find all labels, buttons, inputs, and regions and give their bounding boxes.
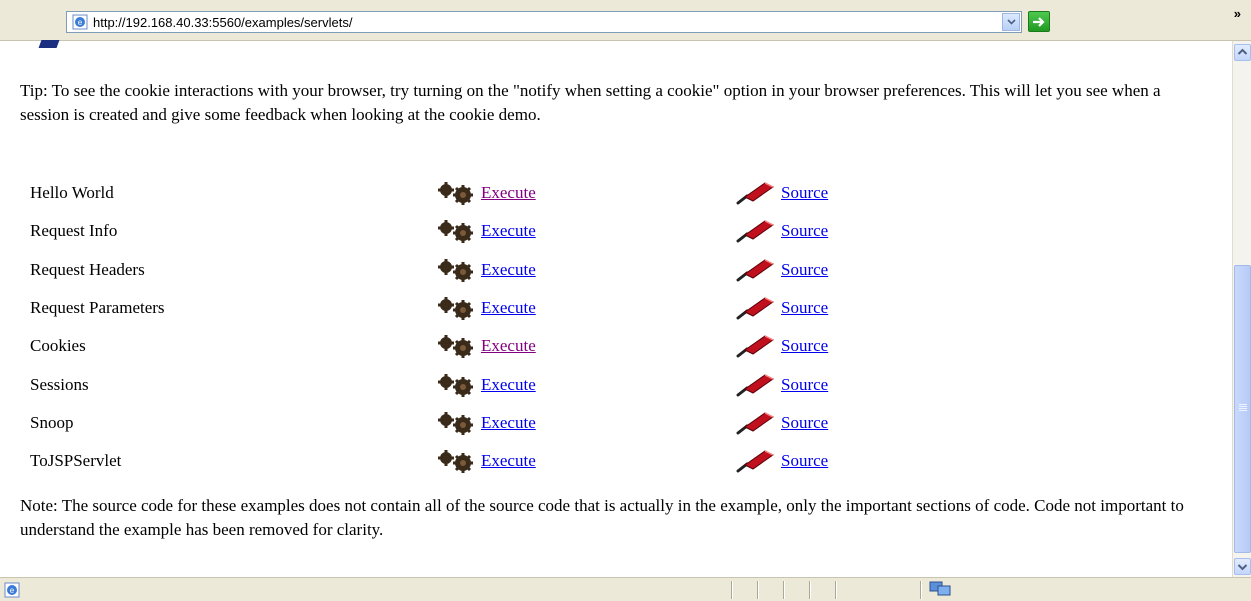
go-button[interactable] (1028, 11, 1050, 32)
note-text: Note: The source code for these examples… (20, 496, 1184, 539)
source-link[interactable]: Source (781, 181, 828, 205)
source-link[interactable]: Source (781, 258, 828, 282)
example-row: Request Info Execute Source (0, 219, 1100, 249)
source-link[interactable]: Source (781, 449, 828, 473)
pen-icon (735, 179, 779, 205)
status-divider (783, 581, 784, 599)
gears-icon (433, 296, 479, 320)
status-divider (757, 581, 758, 599)
chevron-down-icon (1006, 19, 1016, 25)
execute-link[interactable]: Execute (481, 258, 536, 282)
example-row: ToJSPServlet Execute Source (0, 449, 1100, 479)
pen-icon (735, 256, 779, 282)
status-bar: e (0, 577, 1251, 601)
source-link[interactable]: Source (781, 334, 828, 358)
double-chevron-icon[interactable]: » (1234, 6, 1241, 21)
scroll-thumb[interactable] (1234, 265, 1251, 553)
go-arrow-icon (1033, 16, 1045, 27)
pen-icon (735, 294, 779, 320)
address-toolbar: e http://192.168.40.33:5560/examples/ser… (0, 0, 1251, 41)
execute-link[interactable]: Execute (481, 219, 536, 243)
example-label: Request Parameters (30, 297, 165, 317)
gears-icon (433, 373, 479, 397)
pen-icon (735, 371, 779, 397)
example-label: Request Info (30, 221, 118, 241)
scroll-up-button[interactable] (1234, 44, 1251, 61)
status-divider (835, 581, 836, 599)
scroll-down-button[interactable] (1234, 558, 1251, 575)
execute-link[interactable]: Execute (481, 373, 536, 397)
example-label: ToJSPServlet (30, 451, 122, 471)
example-row: Snoop Execute Source (0, 411, 1100, 441)
source-link[interactable]: Source (781, 411, 828, 435)
example-label: Snoop (30, 412, 74, 432)
source-link[interactable]: Source (781, 296, 828, 320)
gears-icon (433, 258, 479, 282)
example-label: Hello World (30, 183, 114, 202)
arrow-up-icon (1237, 48, 1248, 55)
example-row: Request Parameters Execute Source (0, 296, 1100, 326)
source-link[interactable]: Source (781, 373, 828, 397)
gears-icon (433, 449, 479, 474)
pen-icon (735, 217, 779, 243)
status-divider (731, 581, 732, 599)
gears-icon (433, 181, 479, 205)
address-input[interactable]: e http://192.168.40.33:5560/examples/ser… (66, 11, 1022, 33)
example-label: Cookies (30, 336, 86, 356)
source-link[interactable]: Source (781, 219, 828, 243)
svg-text:e: e (10, 586, 15, 595)
arrow-down-icon (1237, 564, 1248, 571)
example-row: Cookies Execute Source (0, 334, 1100, 364)
example-label: Request Headers (30, 259, 145, 279)
status-divider (809, 581, 810, 599)
execute-link[interactable]: Execute (481, 411, 536, 435)
vertical-scrollbar[interactable] (1232, 41, 1251, 577)
pen-icon (735, 447, 779, 473)
gears-icon (433, 219, 479, 244)
ie-page-icon: e (72, 14, 88, 30)
tip-text: Tip: To see the cookie interactions with… (20, 81, 1161, 124)
example-row: Sessions Execute Source (0, 373, 1100, 403)
ie-page-icon: e (4, 582, 20, 598)
gears-icon (433, 334, 479, 359)
example-label: Sessions (30, 374, 89, 394)
example-row: Request Headers Execute Source (0, 258, 1100, 288)
example-row: Hello World Execute Source (0, 181, 1100, 211)
svg-text:e: e (78, 18, 83, 27)
gears-icon (433, 411, 479, 435)
page-content: Tip: To see the cookie interactions with… (0, 41, 1232, 577)
execute-link[interactable]: Execute (481, 181, 536, 205)
execute-link[interactable]: Execute (481, 334, 536, 358)
pen-icon (735, 332, 779, 358)
execute-link[interactable]: Execute (481, 296, 536, 320)
status-divider (920, 581, 921, 599)
pen-icon (735, 409, 779, 435)
grip-icon (1239, 404, 1247, 411)
address-dropdown-button[interactable] (1002, 13, 1020, 31)
execute-link[interactable]: Execute (481, 449, 536, 473)
network-icon (929, 581, 951, 596)
address-url: http://192.168.40.33:5560/examples/servl… (93, 15, 353, 30)
